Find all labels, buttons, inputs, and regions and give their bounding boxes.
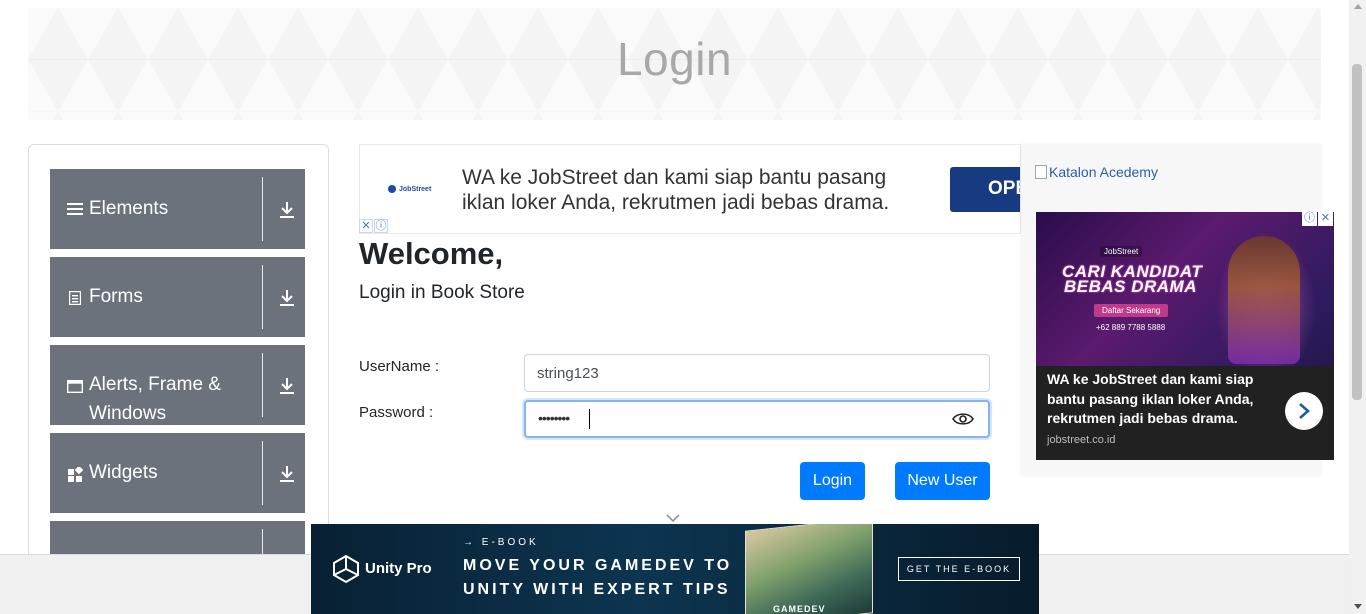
card-domain: jobstreet.co.id xyxy=(1047,434,1116,446)
page: Login Elements Forms Alerts, Frame & Win… xyxy=(0,0,1366,614)
logo-dot-icon xyxy=(388,185,396,193)
card-phone: +62 889 7788 5888 xyxy=(1096,323,1166,332)
card-headline: CARI KANDIDAT BEBAS DRAMA xyxy=(1062,263,1202,296)
sidebar-group-label: Widgets xyxy=(89,462,158,483)
sidebar-group-label: Forms xyxy=(89,286,143,307)
chevron-down-icon[interactable] xyxy=(665,510,681,523)
top-advertisement[interactable]: JobStreet WA ke JobStreet dan kami siap … xyxy=(359,144,1021,234)
close-icon[interactable]: ✕ xyxy=(1318,211,1333,226)
unity-logo-icon xyxy=(333,554,359,584)
divider xyxy=(262,265,263,329)
sidebar-group-label-line2: Windows xyxy=(89,403,167,424)
broken-image-icon xyxy=(1035,165,1047,179)
close-icon[interactable]: ✕ xyxy=(359,219,373,233)
divider xyxy=(262,177,263,241)
sidebar-group-widgets[interactable]: Widgets xyxy=(50,433,305,513)
eye-icon[interactable] xyxy=(952,411,974,427)
new-user-button[interactable]: New User xyxy=(895,462,990,500)
ebook-headline-line1: MOVE YOUR GAMEDEV TO xyxy=(463,557,733,574)
card-cta[interactable]: Daftar Sekarang xyxy=(1094,304,1169,317)
ebook-tag: → E-BOOK xyxy=(463,537,539,548)
ebook-cover-image xyxy=(745,524,873,614)
get-ebook-button[interactable]: GET THE E-BOOK xyxy=(898,557,1020,581)
page-header: Login xyxy=(28,8,1321,120)
chevron-right-icon xyxy=(1299,403,1310,419)
card-body-text: WA ke JobStreet dan kami siap bantu pasa… xyxy=(1047,371,1254,426)
password-label: Password : xyxy=(359,404,434,421)
login-subtitle: Login in Book Store xyxy=(359,282,525,303)
ad-figure-image xyxy=(1228,236,1300,364)
download-arrow-icon xyxy=(278,288,296,308)
scroll-down-arrow-icon[interactable] xyxy=(1354,604,1362,609)
text-caret xyxy=(589,409,590,429)
divider xyxy=(262,441,263,505)
window-icon xyxy=(67,378,83,394)
info-icon[interactable]: ⓘ xyxy=(1302,211,1317,226)
ad-controls: ✕ ⓘ xyxy=(359,219,388,233)
menu-icon xyxy=(67,201,83,217)
sidebar-group-elements[interactable]: Elements xyxy=(50,169,305,249)
book-cover-text: GAMEDEV xyxy=(773,604,826,614)
ebook-headline-line2: UNITY WITH EXPERT TIPS xyxy=(463,581,731,598)
info-icon[interactable]: ⓘ xyxy=(374,219,388,233)
welcome-heading: Welcome, xyxy=(359,236,504,271)
download-arrow-icon xyxy=(278,376,296,396)
sidebar: Elements Forms Alerts, Frame & Windows W… xyxy=(28,144,329,564)
username-input[interactable] xyxy=(524,354,990,392)
download-arrow-icon xyxy=(278,464,296,484)
ad-text: WA ke JobStreet dan kami siap bantu pasa… xyxy=(462,166,890,214)
sidebar-group-label: Elements xyxy=(89,198,169,219)
card-ad-controls: ⓘ ✕ xyxy=(1302,211,1333,226)
document-icon xyxy=(67,290,83,306)
sidebar-group-alerts-frame-windows[interactable]: Alerts, Frame & Windows xyxy=(50,345,305,425)
katalon-image-link[interactable]: Katalon Acedemy xyxy=(1035,164,1158,180)
download-arrow-icon xyxy=(278,200,296,220)
card-brand: JobStreet xyxy=(1100,246,1143,257)
scroll-up-arrow-icon[interactable] xyxy=(1354,4,1362,9)
bottom-advertisement[interactable]: Unity Pro → E-BOOK MOVE YOUR GAMEDEV TO … xyxy=(311,524,1039,614)
login-button[interactable]: Login xyxy=(800,462,865,500)
image-alt-text: Katalon Acedemy xyxy=(1049,164,1158,180)
widgets-icon xyxy=(67,466,83,482)
password-input[interactable] xyxy=(524,400,990,438)
divider xyxy=(262,353,263,417)
username-label: UserName : xyxy=(359,358,440,375)
scrollbar-thumb[interactable] xyxy=(1352,64,1362,400)
unity-brand: Unity Pro xyxy=(365,560,432,577)
password-value: •••••••• xyxy=(538,410,570,426)
sidebar-group-forms[interactable]: Forms xyxy=(50,257,305,337)
next-arrow-button[interactable] xyxy=(1285,392,1323,430)
jobstreet-ad-card[interactable]: JobStreet CARI KANDIDAT BEBAS DRAMA Daft… xyxy=(1036,212,1334,460)
sidebar-group-label: Alerts, Frame & xyxy=(89,374,221,395)
page-title: Login xyxy=(616,33,733,85)
jobstreet-logo: JobStreet xyxy=(388,183,432,195)
card-headline-line2: BEBAS DRAMA xyxy=(1064,277,1197,296)
ad-brand: JobStreet xyxy=(399,185,432,193)
ebook-headline: MOVE YOUR GAMEDEV TO UNITY WITH EXPERT T… xyxy=(463,554,733,602)
ad-open-button[interactable]: OPE xyxy=(950,167,1020,212)
